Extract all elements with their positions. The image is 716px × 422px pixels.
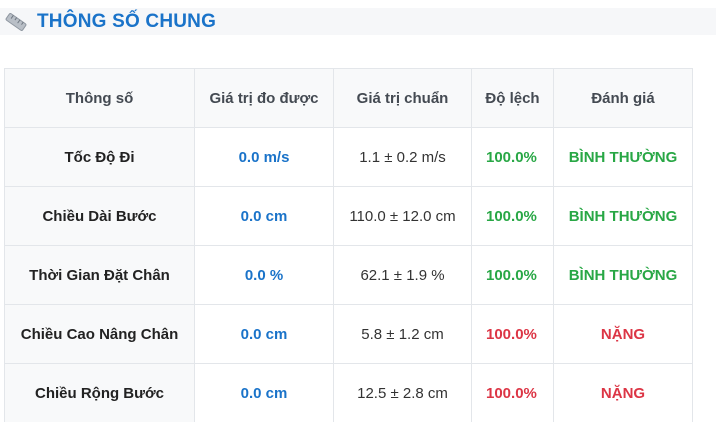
table-header-row: Thông số Giá trị đo được Giá trị chuẩn Đ…	[5, 69, 693, 128]
table-row: Chiều Rộng Bước 0.0 cm 12.5 ± 2.8 cm 100…	[5, 364, 693, 422]
measured-value: 0.0 cm	[195, 305, 334, 364]
rating-value: BÌNH THƯỜNG	[554, 128, 693, 187]
deviation-value: 100.0%	[472, 305, 554, 364]
header-measured: Giá trị đo được	[195, 69, 334, 128]
header-deviation: Độ lệch	[472, 69, 554, 128]
section-title: THÔNG SỐ CHUNG	[37, 11, 216, 33]
parameters-table: Thông số Giá trị đo được Giá trị chuẩn Đ…	[4, 68, 693, 422]
rating-value: NẶNG	[554, 364, 693, 422]
ruler-icon	[5, 13, 27, 31]
standard-value: 5.8 ± 1.2 cm	[334, 305, 472, 364]
deviation-value: 100.0%	[472, 246, 554, 305]
deviation-value: 100.0%	[472, 364, 554, 422]
parameter-name: Chiều Rộng Bước	[5, 364, 195, 422]
standard-value: 62.1 ± 1.9 %	[334, 246, 472, 305]
table-row: Chiều Cao Nâng Chân 0.0 cm 5.8 ± 1.2 cm …	[5, 305, 693, 364]
table-row: Thời Gian Đặt Chân 0.0 % 62.1 ± 1.9 % 10…	[5, 246, 693, 305]
measured-value: 0.0 m/s	[195, 128, 334, 187]
section-header: THÔNG SỐ CHUNG	[0, 8, 716, 35]
standard-value: 1.1 ± 0.2 m/s	[334, 128, 472, 187]
standard-value: 12.5 ± 2.8 cm	[334, 364, 472, 422]
measured-value: 0.0 cm	[195, 364, 334, 422]
deviation-value: 100.0%	[472, 187, 554, 246]
standard-value: 110.0 ± 12.0 cm	[334, 187, 472, 246]
rating-value: NẶNG	[554, 305, 693, 364]
measured-value: 0.0 %	[195, 246, 334, 305]
table-row: Chiều Dài Bước 0.0 cm 110.0 ± 12.0 cm 10…	[5, 187, 693, 246]
parameter-name: Chiều Dài Bước	[5, 187, 195, 246]
parameter-name: Thời Gian Đặt Chân	[5, 246, 195, 305]
header-parameter: Thông số	[5, 69, 195, 128]
rating-value: BÌNH THƯỜNG	[554, 246, 693, 305]
table-row: Tốc Độ Đi 0.0 m/s 1.1 ± 0.2 m/s 100.0% B…	[5, 128, 693, 187]
deviation-value: 100.0%	[472, 128, 554, 187]
header-rating: Đánh giá	[554, 69, 693, 128]
measured-value: 0.0 cm	[195, 187, 334, 246]
parameter-name: Chiều Cao Nâng Chân	[5, 305, 195, 364]
header-standard: Giá trị chuẩn	[334, 69, 472, 128]
parameter-name: Tốc Độ Đi	[5, 128, 195, 187]
rating-value: BÌNH THƯỜNG	[554, 187, 693, 246]
